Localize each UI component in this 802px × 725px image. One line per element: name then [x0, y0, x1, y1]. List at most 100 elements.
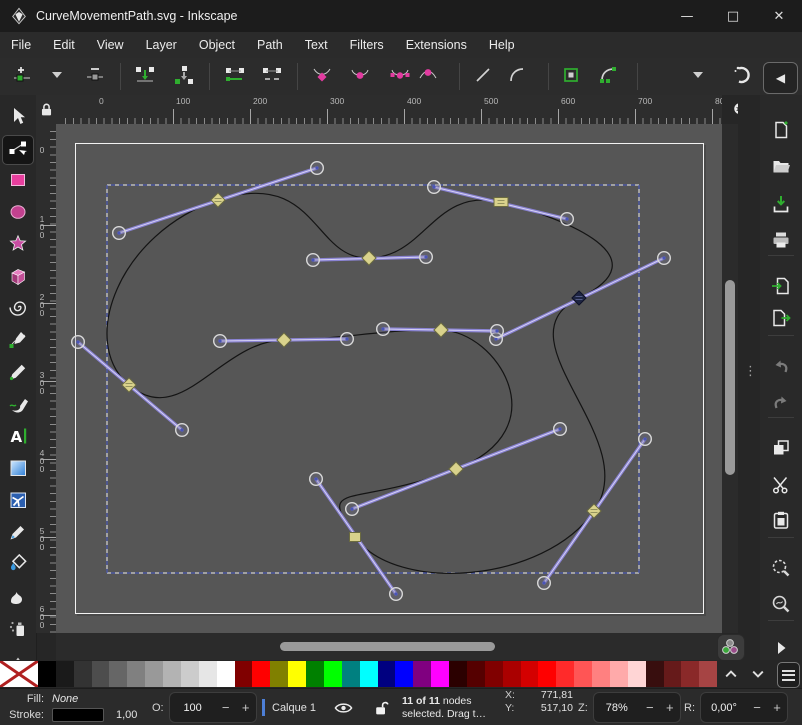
undo-button[interactable]	[771, 358, 791, 378]
path-editing-overlay[interactable]	[56, 124, 722, 633]
redo-button[interactable]	[771, 394, 791, 414]
swatch-000000[interactable]	[38, 661, 56, 687]
paste-button[interactable]	[771, 512, 791, 532]
menu-object[interactable]: Object	[188, 32, 246, 58]
swatch-666666[interactable]	[109, 661, 127, 687]
tool-gradient[interactable]	[3, 456, 33, 484]
tool-pen[interactable]	[3, 328, 33, 356]
swatch-ff5555[interactable]	[574, 661, 592, 687]
delete-segment-button[interactable]	[261, 66, 283, 88]
swatch-e6e6e6[interactable]	[199, 661, 217, 687]
import-button[interactable]	[771, 278, 791, 298]
stroke-width-value[interactable]: 1,00	[116, 709, 137, 721]
path-node-2[interactable]	[362, 251, 376, 265]
delete-node-button[interactable]	[84, 66, 106, 88]
swatch-800080[interactable]	[413, 661, 431, 687]
layer-name[interactable]: Calque 1	[272, 702, 316, 714]
menu-extensions[interactable]: Extensions	[395, 32, 478, 58]
menu-filters[interactable]: Filters	[339, 32, 395, 58]
swatch-b3b3b3[interactable]	[163, 661, 181, 687]
coords-menu-button[interactable]	[687, 66, 709, 88]
swatch-999999[interactable]	[145, 661, 163, 687]
open-button[interactable]	[771, 158, 791, 178]
make-auto-smooth-node-button[interactable]	[417, 66, 439, 88]
join-nodes-button[interactable]	[134, 66, 156, 88]
stroke-to-path-button[interactable]	[597, 66, 619, 88]
print-button[interactable]	[771, 232, 791, 252]
minimize-button[interactable]: —	[664, 0, 710, 32]
menu-file[interactable]: File	[0, 32, 42, 58]
export-button[interactable]	[771, 310, 791, 330]
make-corner-node-button[interactable]	[311, 66, 333, 88]
zoom-decrease-button[interactable]: −	[640, 700, 660, 715]
swatch-4d4d4d[interactable]	[92, 661, 110, 687]
swatch-aa0000[interactable]	[503, 661, 521, 687]
menu-layer[interactable]: Layer	[135, 32, 188, 58]
tool-selector[interactable]	[3, 104, 33, 132]
make-smooth-node-button[interactable]	[349, 66, 371, 88]
tool-spray[interactable]	[3, 616, 33, 644]
cut-button[interactable]	[771, 477, 791, 497]
swatch-ff0000[interactable]	[538, 661, 556, 687]
swatch-808000[interactable]	[270, 661, 288, 687]
path-node-6[interactable]	[434, 323, 448, 337]
vertical-scrollbar[interactable]	[722, 124, 738, 633]
tool-ellipse[interactable]	[3, 200, 33, 228]
swatch-d40000[interactable]	[521, 661, 539, 687]
tool-box-3d[interactable]	[3, 264, 33, 292]
fill-value[interactable]: None	[52, 693, 78, 705]
tool-paint-bucket[interactable]	[3, 552, 33, 580]
zoom-increase-button[interactable]: +	[660, 700, 680, 715]
horizontal-scrollbar[interactable]	[56, 633, 722, 660]
break-nodes-button[interactable]	[173, 66, 195, 88]
path-node-3[interactable]	[494, 198, 508, 207]
swatch-661a1a[interactable]	[664, 661, 682, 687]
rotation-decrease-button[interactable]: −	[747, 700, 767, 715]
maximize-button[interactable]: □	[710, 0, 756, 32]
save-button[interactable]	[771, 196, 791, 216]
collapse-panel-button[interactable]: ◀	[763, 62, 798, 94]
vertical-scrollbar-thumb[interactable]	[725, 280, 735, 475]
menu-edit[interactable]: Edit	[42, 32, 86, 58]
object-to-path-button[interactable]	[560, 66, 582, 88]
tool-node[interactable]	[3, 136, 33, 164]
swatch-0000ff[interactable]	[395, 661, 413, 687]
palette-scroll-down-button[interactable]	[744, 660, 771, 688]
swatch-333333[interactable]	[74, 661, 92, 687]
layer-lock-open-icon[interactable]	[373, 700, 389, 716]
join-with-segment-button[interactable]	[224, 66, 246, 88]
swatch-00ffff[interactable]	[360, 661, 378, 687]
rotation-increase-button[interactable]: +	[767, 700, 787, 715]
opacity-increase-button[interactable]: +	[236, 700, 256, 715]
horizontal-ruler[interactable]: 0100200300400500600700800	[56, 95, 722, 124]
opacity-decrease-button[interactable]: −	[216, 700, 236, 715]
swatch-none[interactable]	[0, 661, 38, 687]
bezier-path[interactable]	[107, 193, 612, 573]
swatch-ff0000[interactable]	[252, 661, 270, 687]
swatch-550000[interactable]	[467, 661, 485, 687]
dialog-resize-handle[interactable]: ⋮	[744, 367, 757, 374]
vertical-ruler[interactable]: 0100200300400500600	[36, 124, 56, 633]
palette-menu-button[interactable]	[777, 662, 800, 688]
tool-mesh[interactable]	[3, 488, 33, 516]
tool-pencil[interactable]	[3, 360, 33, 388]
swatch-800000[interactable]	[235, 661, 253, 687]
snap-toggle-button[interactable]	[731, 66, 753, 88]
insert-node-menu-button[interactable]	[46, 66, 68, 88]
path-node-5[interactable]	[277, 333, 291, 347]
tool-rectangle[interactable]	[3, 168, 33, 196]
swatch-ffd5d5[interactable]	[628, 661, 646, 687]
zoom-value[interactable]: 78%	[594, 702, 640, 714]
swatch-2b0000[interactable]	[449, 661, 467, 687]
tool-tweak[interactable]	[3, 584, 33, 612]
tool-spiral[interactable]	[3, 296, 33, 324]
tool-star[interactable]	[3, 232, 33, 260]
layer-visibility-eye-icon[interactable]	[334, 701, 353, 715]
swatch-1a1a1a[interactable]	[56, 661, 74, 687]
swatch-00ff00[interactable]	[324, 661, 342, 687]
swatch-a64444[interactable]	[699, 661, 717, 687]
rotation-value[interactable]: 0,00°	[701, 702, 747, 714]
swatch-ff00ff[interactable]	[431, 661, 449, 687]
swatch-ff2a2a[interactable]	[556, 661, 574, 687]
swatch-380e0e[interactable]	[646, 661, 664, 687]
